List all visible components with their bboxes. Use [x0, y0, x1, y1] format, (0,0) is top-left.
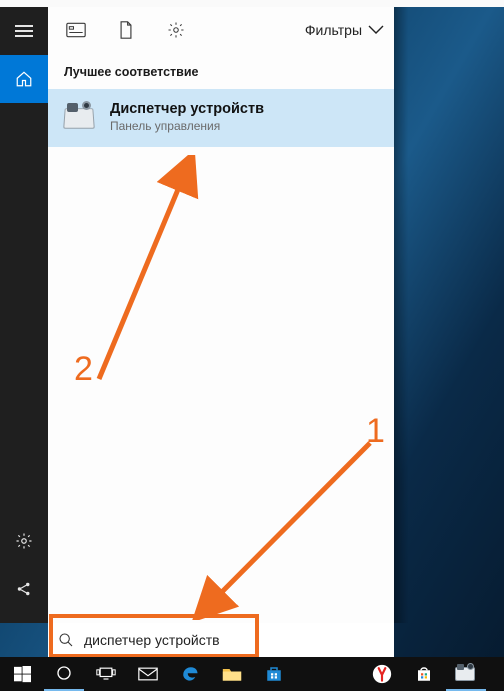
window-titlebar-strip: [0, 0, 504, 7]
yandex-button[interactable]: [362, 657, 402, 691]
result-subtitle: Панель управления: [110, 119, 264, 133]
result-text: Диспетчер устройств Панель управления: [110, 101, 264, 133]
best-match-result[interactable]: Диспетчер устройств Панель управления: [48, 89, 394, 147]
search-input-value: диспетчер устройств: [84, 632, 220, 648]
chevron-down-icon: [368, 25, 384, 35]
store-icon: [265, 665, 283, 683]
edge-icon: [181, 665, 199, 683]
search-icon: [58, 632, 74, 648]
folder-icon: [222, 666, 242, 682]
filters-label: Фильтры: [305, 22, 362, 38]
feedback-button[interactable]: [0, 565, 48, 613]
filter-settings-button[interactable]: [162, 16, 190, 44]
mail-button[interactable]: [128, 657, 168, 691]
cortana-button[interactable]: [44, 657, 84, 691]
store-bag-button[interactable]: [404, 657, 444, 691]
document-icon: [118, 21, 134, 39]
filter-apps-button[interactable]: [62, 16, 90, 44]
result-title: Диспетчер устройств: [110, 101, 264, 117]
gear-icon: [167, 21, 185, 39]
hamburger-icon: [15, 22, 33, 40]
task-view-button[interactable]: [86, 657, 126, 691]
filters-dropdown[interactable]: Фильтры: [305, 22, 384, 38]
taskbar: [0, 657, 504, 691]
file-explorer-button[interactable]: [212, 657, 252, 691]
store-button[interactable]: [254, 657, 294, 691]
settings-button[interactable]: [0, 517, 48, 565]
windows-icon: [14, 666, 31, 683]
start-button[interactable]: [2, 657, 42, 691]
panel-body: [48, 147, 394, 623]
mail-icon: [138, 667, 158, 681]
section-best-match: Лучшее соответствие: [48, 53, 394, 89]
filter-documents-button[interactable]: [112, 16, 140, 44]
device-manager-small-icon: [455, 663, 477, 683]
search-results-panel: Фильтры Лучшее соответствие Диспетчер ус…: [48, 7, 394, 623]
home-button[interactable]: [0, 55, 48, 103]
home-icon: [15, 70, 33, 88]
cortana-left-rail: [0, 7, 48, 623]
gear-icon: [15, 532, 33, 550]
yandex-icon: [372, 664, 392, 684]
share-icon: [15, 580, 33, 598]
task-view-icon: [96, 667, 116, 681]
bag-icon: [415, 665, 433, 683]
panel-toolbar: Фильтры: [48, 7, 394, 53]
apps-icon: [66, 22, 86, 38]
menu-button[interactable]: [0, 7, 48, 55]
search-box[interactable]: диспетчер устройств: [48, 623, 394, 657]
edge-button[interactable]: [170, 657, 210, 691]
device-manager-taskbar-button[interactable]: [446, 657, 486, 691]
device-manager-icon: [64, 103, 96, 131]
cortana-icon: [55, 664, 73, 682]
